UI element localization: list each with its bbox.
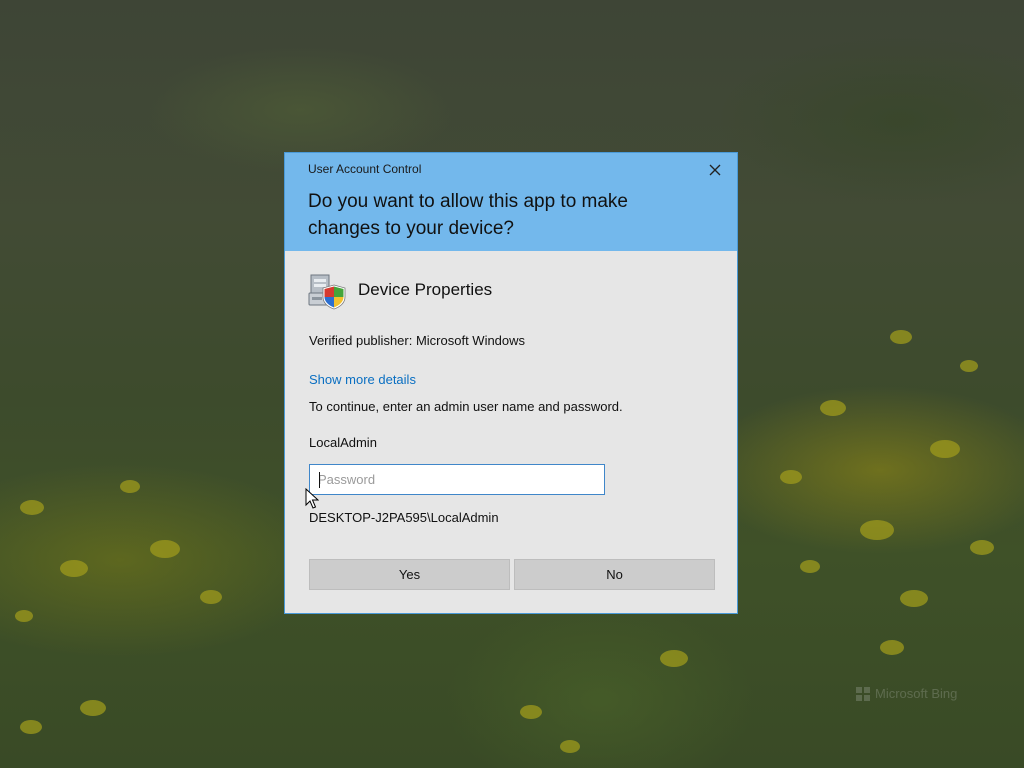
dialog-header: User Account Control Do you want to allo…: [285, 153, 737, 251]
wallpaper-flower: [780, 470, 802, 484]
close-icon: [709, 164, 721, 176]
wallpaper-flower: [60, 560, 88, 577]
user-account-control-dialog: User Account Control Do you want to allo…: [284, 152, 738, 614]
wallpaper-flower: [560, 740, 580, 753]
dialog-caption: User Account Control: [308, 162, 422, 176]
wallpaper-flower: [20, 500, 44, 515]
dialog-question: Do you want to allow this app to make ch…: [308, 191, 629, 239]
no-button[interactable]: No: [514, 559, 715, 590]
wallpaper-flower: [200, 590, 222, 604]
desktop-background: Microsoft Bing User Account Control Do y…: [0, 0, 1024, 768]
close-button[interactable]: [706, 161, 724, 179]
wallpaper-flower: [20, 720, 42, 734]
bing-watermark: Microsoft Bing: [856, 686, 957, 701]
wallpaper-flower: [880, 640, 904, 655]
app-identity: Device Properties: [307, 269, 492, 311]
mouse-pointer-icon: [305, 488, 319, 509]
wallpaper-flower: [80, 700, 106, 716]
windows-logo-icon: [856, 686, 870, 701]
yes-button[interactable]: Yes: [309, 559, 510, 590]
domain-account: DESKTOP-J2PA595\LocalAdmin: [309, 510, 499, 525]
password-field[interactable]: [309, 464, 605, 495]
wallpaper-flower: [820, 400, 846, 416]
admin-username: LocalAdmin: [309, 435, 377, 450]
wallpaper-flower: [900, 590, 928, 607]
verified-publisher: Verified publisher: Microsoft Windows: [309, 333, 526, 348]
app-name: Device Properties: [358, 280, 493, 299]
wallpaper-flower: [660, 650, 688, 667]
instruction-text: To continue, enter an admin user name an…: [309, 399, 623, 414]
text-caret: [319, 472, 320, 488]
wallpaper-flower: [150, 540, 180, 558]
wallpaper-flower: [120, 480, 140, 493]
wallpaper-flower: [520, 705, 542, 719]
wallpaper-flower: [800, 560, 820, 573]
wallpaper-flower: [890, 330, 912, 344]
device-properties-icon: [308, 274, 346, 310]
password-input[interactable]: [318, 472, 604, 487]
wallpaper-flower: [970, 540, 994, 555]
show-more-details-link[interactable]: Show more details: [309, 372, 416, 387]
watermark-text: Microsoft Bing: [875, 686, 958, 701]
wallpaper-flower: [960, 360, 978, 372]
wallpaper-flower: [930, 440, 960, 458]
wallpaper-flower: [15, 610, 33, 622]
wallpaper-flower: [860, 520, 894, 540]
